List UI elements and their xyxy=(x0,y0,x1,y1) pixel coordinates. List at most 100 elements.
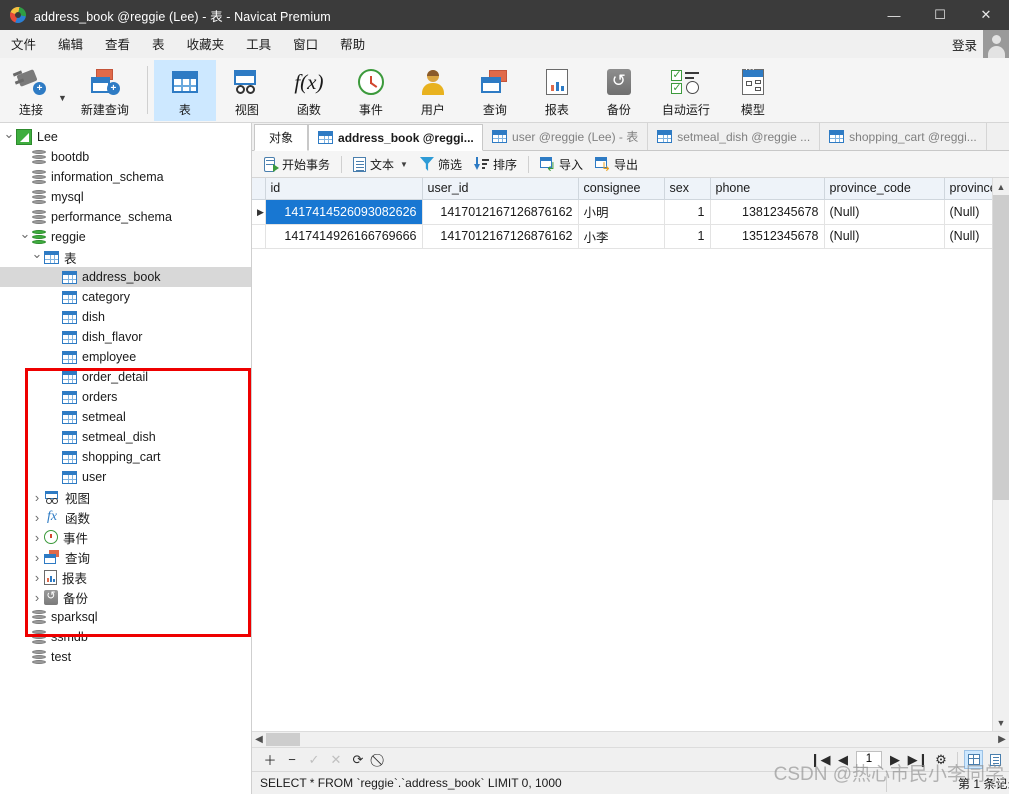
grid-horizontal-scrollbar[interactable]: ◀ ▶ xyxy=(252,731,1009,747)
sort-button[interactable]: 排序 xyxy=(468,154,523,175)
tree-twisty-closed-icon[interactable] xyxy=(30,510,44,525)
tree-item-shopping_cart[interactable]: shopping_cart xyxy=(0,447,251,467)
grid-cell[interactable]: 13512345678 xyxy=(710,224,825,249)
text-button[interactable]: 文本 ▼ xyxy=(347,154,414,175)
grid-column-header[interactable]: province_code xyxy=(824,178,945,200)
grid-column-header[interactable]: sex xyxy=(664,178,711,200)
delete-record-button[interactable]: − xyxy=(282,750,302,770)
grid-cell[interactable]: 小李 xyxy=(578,224,665,249)
grid-cell[interactable]: 1417414526093082626 xyxy=(265,199,423,225)
data-grid-container[interactable]: id user_id consignee sex phone province_code p… xyxy=(252,178,1009,731)
toolbar-view-button[interactable]: 视图 xyxy=(216,60,278,121)
tree-item-reggie[interactable]: reggie xyxy=(0,227,251,247)
grid-cell[interactable]: 1 xyxy=(664,224,711,249)
tree-item-performance_schema[interactable]: performance_schema xyxy=(0,207,251,227)
table-row[interactable]: 1417414926166769666 1417012167126876162 小李… xyxy=(252,224,1009,249)
grid-column-header[interactable]: phone xyxy=(710,178,825,200)
toolbar-report-button[interactable]: 报表 xyxy=(526,60,588,121)
toolbar-new-query-button[interactable]: + 新建查询 xyxy=(69,60,141,121)
cancel-change-button[interactable]: ✕ xyxy=(326,750,346,770)
tree-item-dish_flavor[interactable]: dish_flavor xyxy=(0,327,251,347)
tree-item-[interactable]: 表 xyxy=(0,247,251,267)
grid-column-header[interactable]: id xyxy=(265,178,423,200)
tree-item-order_detail[interactable]: order_detail xyxy=(0,367,251,387)
grid-settings-button[interactable]: ⚙ xyxy=(931,750,951,770)
tab-setmeal-dish[interactable]: setmeal_dish @reggie ... xyxy=(648,123,821,150)
tree-item-[interactable]: 查询 xyxy=(0,547,251,567)
tab-user[interactable]: user @reggie (Lee) - 表 xyxy=(483,123,649,150)
grid-cell[interactable]: (Null) xyxy=(824,199,945,225)
tree-item-[interactable]: 视图 xyxy=(0,487,251,507)
scroll-up-icon[interactable]: ▲ xyxy=(993,178,1009,195)
grid-cell[interactable]: (Null) xyxy=(824,224,945,249)
grid-cell[interactable]: 1 xyxy=(664,199,711,225)
tree-item-ssmdb[interactable]: ssmdb xyxy=(0,627,251,647)
text-dropdown-caret-icon[interactable]: ▼ xyxy=(400,160,408,169)
tree-item-employee[interactable]: employee xyxy=(0,347,251,367)
tree-item-information_schema[interactable]: information_schema xyxy=(0,167,251,187)
scroll-down-icon[interactable]: ▼ xyxy=(993,714,1009,731)
tab-address-book[interactable]: address_book @reggi... xyxy=(308,124,484,151)
minimize-button[interactable]: — xyxy=(871,0,917,30)
stop-button[interactable]: ⃠ xyxy=(370,750,390,770)
tree-item-category[interactable]: category xyxy=(0,287,251,307)
tree-twisty-open-icon[interactable] xyxy=(18,229,32,245)
toolbar-automation-button[interactable]: 自动运行 xyxy=(650,60,722,121)
toolbar-function-button[interactable]: f(x) 函数 xyxy=(278,60,340,121)
toolbar-connection-button[interactable]: + 连接 xyxy=(0,60,62,121)
import-button[interactable]: ↲ 导入 xyxy=(534,154,589,175)
prev-page-button[interactable]: ◀ xyxy=(833,750,853,770)
tree-twisty-open-icon[interactable] xyxy=(30,249,44,265)
toolbar-user-button[interactable]: 用户 xyxy=(402,60,464,121)
toolbar-backup-button[interactable]: 备份 xyxy=(588,60,650,121)
tree-twisty-closed-icon[interactable] xyxy=(30,590,44,605)
avatar[interactable] xyxy=(983,30,1009,58)
menu-tools[interactable]: 工具 xyxy=(235,31,282,56)
tree-item-sparksql[interactable]: sparksql xyxy=(0,607,251,627)
export-button[interactable]: ↳ 导出 xyxy=(589,154,644,175)
tree-item-[interactable]: fx 函数 xyxy=(0,507,251,527)
table-row[interactable]: ▶ 1417414526093082626 1417012167126876162 小… xyxy=(252,199,1009,225)
tree-item-test[interactable]: test xyxy=(0,647,251,667)
menu-file[interactable]: 文件 xyxy=(0,31,47,56)
grid-horizontal-scroll-thumb[interactable] xyxy=(266,733,300,746)
tree-item-[interactable]: 事件 xyxy=(0,527,251,547)
tree-twisty-closed-icon[interactable] xyxy=(30,530,44,545)
maximize-button[interactable]: ☐ xyxy=(917,0,963,30)
tree-item-orders[interactable]: orders xyxy=(0,387,251,407)
tree-item-setmeal_dish[interactable]: setmeal_dish xyxy=(0,427,251,447)
tree-item-mysql[interactable]: mysql xyxy=(0,187,251,207)
tree-twisty-closed-icon[interactable] xyxy=(30,490,44,505)
tree-twisty-open-icon[interactable] xyxy=(2,129,16,145)
scroll-left-icon[interactable]: ◀ xyxy=(252,734,266,745)
menu-view[interactable]: 查看 xyxy=(94,31,141,56)
tree-twisty-closed-icon[interactable] xyxy=(30,550,44,565)
refresh-button[interactable]: ⟳ xyxy=(348,750,368,770)
resize-grip-icon[interactable] xyxy=(994,777,1006,789)
grid-cell[interactable]: 13812345678 xyxy=(710,199,825,225)
login-area[interactable]: 登录 xyxy=(952,30,1009,58)
object-tree-sidebar[interactable]: Lee bootdb information_schemamysql performa… xyxy=(0,123,252,794)
grid-cell[interactable]: 1417012167126876162 xyxy=(422,199,579,225)
login-label[interactable]: 登录 xyxy=(952,35,977,54)
tab-objects[interactable]: 对象 xyxy=(254,124,309,151)
grid-vertical-scroll-thumb[interactable] xyxy=(993,195,1009,500)
menu-help[interactable]: 帮助 xyxy=(329,31,376,56)
grid-view-toggle[interactable] xyxy=(964,750,983,769)
toolbar-event-button[interactable]: 事件 xyxy=(340,60,402,121)
add-record-button[interactable]: ＋ xyxy=(260,750,280,770)
tab-shopping-cart[interactable]: shopping_cart @reggi... xyxy=(820,123,987,150)
grid-cell[interactable]: 1417414926166769666 xyxy=(265,224,423,249)
tree-item-[interactable]: 报表 xyxy=(0,567,251,587)
tree-item-bootdb[interactable]: bootdb xyxy=(0,147,251,167)
apply-change-button[interactable]: ✓ xyxy=(304,750,324,770)
page-number-input[interactable]: 1 xyxy=(856,751,882,768)
next-page-button[interactable]: ▶ xyxy=(885,750,905,770)
tree-item-Lee[interactable]: Lee xyxy=(0,127,251,147)
tree-item-address_book[interactable]: address_book xyxy=(0,267,251,287)
menu-table[interactable]: 表 xyxy=(141,31,176,56)
menu-window[interactable]: 窗口 xyxy=(282,31,329,56)
grid-column-header[interactable]: consignee xyxy=(578,178,665,200)
close-button[interactable]: ✕ xyxy=(963,0,1009,30)
toolbar-model-button[interactable]: 模型 xyxy=(722,60,784,121)
